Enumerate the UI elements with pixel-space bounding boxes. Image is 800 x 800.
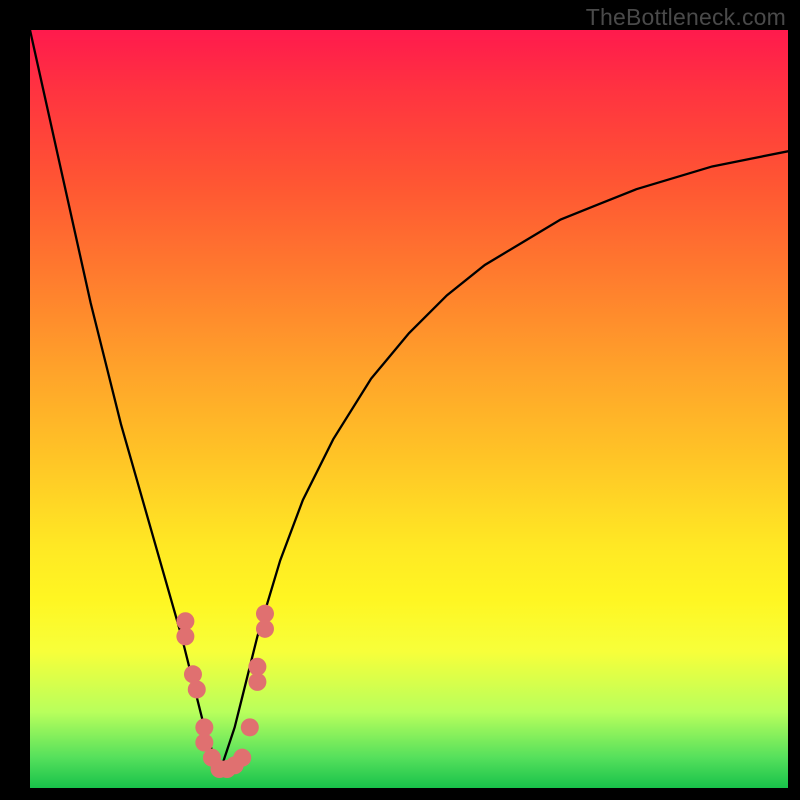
highlight-marker bbox=[176, 612, 194, 630]
highlight-marker bbox=[241, 718, 259, 736]
highlight-marker bbox=[248, 673, 266, 691]
highlight-marker bbox=[256, 620, 274, 638]
highlight-marker bbox=[203, 749, 221, 767]
highlight-marker bbox=[211, 760, 229, 778]
highlight-marker bbox=[184, 665, 202, 683]
highlight-marker bbox=[195, 734, 213, 752]
watermark-text: TheBottleneck.com bbox=[586, 4, 786, 31]
marker-group bbox=[176, 605, 274, 778]
curve-layer bbox=[30, 30, 788, 788]
plot-area bbox=[30, 30, 788, 788]
chart-frame: TheBottleneck.com bbox=[0, 0, 800, 800]
curve-left-branch bbox=[30, 30, 220, 773]
highlight-marker bbox=[218, 760, 236, 778]
highlight-marker bbox=[176, 627, 194, 645]
highlight-marker bbox=[248, 658, 266, 676]
highlight-marker bbox=[188, 680, 206, 698]
highlight-marker bbox=[233, 749, 251, 767]
highlight-marker bbox=[256, 605, 274, 623]
highlight-marker bbox=[195, 718, 213, 736]
highlight-marker bbox=[226, 756, 244, 774]
curve-right-branch bbox=[220, 151, 789, 773]
